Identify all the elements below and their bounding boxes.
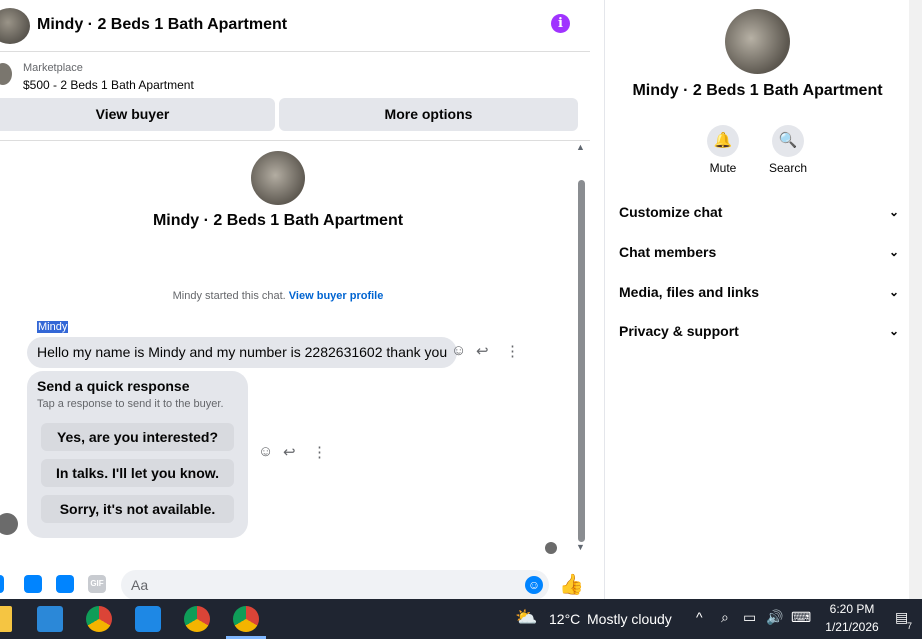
customize-chat-row[interactable]: Customize chat ⌄ [619, 200, 899, 224]
mute-label: Mute [709, 161, 737, 175]
weather-cloud-icon[interactable]: ⛅ [515, 607, 537, 628]
media-files-links-row[interactable]: Media, files and links ⌄ [619, 280, 899, 304]
started-text: Mindy started this chat. [172, 290, 286, 302]
chevron-down-icon[interactable]: ⌄ [889, 280, 899, 304]
scrollbar-thumb[interactable] [578, 180, 585, 542]
page-scrollbar[interactable] [909, 0, 922, 599]
chat-started-notice: Mindy started this chat. View buyer prof… [0, 290, 556, 302]
chat-members-row[interactable]: Chat members ⌄ [619, 240, 899, 264]
keyboard-icon[interactable]: ⌨ [791, 609, 811, 626]
listing-title[interactable]: $500 - 2 Beds 1 Bath Apartment [23, 78, 194, 92]
chevron-down-icon[interactable]: ⌄ [889, 319, 899, 343]
taskbar: ⛅ 12°C Mostly cloudy ^ ⌕ ▭ 🔊 ⌨ 6:20 PM 1… [0, 599, 922, 639]
photo-icon[interactable] [24, 575, 42, 593]
quick-response-subtitle: Tap a response to send it to the buyer. [37, 398, 224, 410]
search-action[interactable]: 🔍 Search [758, 125, 818, 175]
scroll-down-icon[interactable]: ▼ [576, 542, 585, 552]
quick-response-option[interactable]: In talks. I'll let you know. [41, 459, 234, 487]
row-label: Media, files and links [619, 284, 760, 300]
quick-response-option[interactable]: Yes, are you interested? [41, 423, 234, 451]
firefox-icon[interactable] [135, 606, 161, 632]
chevron-down-icon[interactable]: ⌄ [889, 200, 899, 224]
meet-now-icon[interactable]: ⌕ [721, 609, 729, 626]
header-avatar[interactable] [0, 8, 30, 44]
volume-icon[interactable]: 🔊 [766, 609, 783, 626]
info-icon[interactable]: i [551, 14, 570, 33]
message-bubble[interactable]: Hello my name is Mindy and my number is … [27, 337, 458, 368]
conversation-name: Mindy · 2 Beds 1 Bath Apartment [152, 212, 404, 229]
chrome-icon[interactable] [233, 606, 259, 632]
row-label: Privacy & support [619, 323, 739, 339]
privacy-support-row[interactable]: Privacy & support ⌄ [619, 319, 899, 343]
chat-pane: Mindy · 2 Beds 1 Bath Apartment i Market… [0, 0, 590, 599]
mute-action[interactable]: 🔔 Mute [693, 125, 753, 175]
chat-header: Mindy · 2 Beds 1 Bath Apartment i [0, 0, 590, 52]
sticker-icon[interactable] [56, 575, 74, 593]
quick-response-option[interactable]: Sorry, it's not available. [41, 495, 234, 523]
details-avatar[interactable] [725, 9, 790, 74]
react-emoji-icon[interactable]: ☺ [451, 342, 466, 359]
scroll-up-icon[interactable]: ▲ [576, 142, 585, 152]
more-actions-icon[interactable]: ⋮ [505, 342, 520, 360]
quick-response-card: Send a quick response Tap a response to … [27, 371, 248, 538]
row-label: Chat members [619, 244, 717, 260]
chrome-icon[interactable] [86, 606, 112, 632]
network-icon[interactable]: ▭ [743, 609, 756, 626]
search-icon[interactable]: 🔍 [772, 125, 804, 157]
search-label: Search [768, 161, 808, 175]
chrome-icon[interactable] [184, 606, 210, 632]
chat-details-pane: Mindy · 2 Beds 1 Bath Apartment 🔔 Mute 🔍… [604, 0, 909, 599]
reply-icon[interactable]: ↩ [283, 443, 296, 461]
view-buyer-button[interactable]: View buyer [0, 98, 275, 131]
message-sender: Mindy [37, 321, 69, 333]
marketplace-listing: Marketplace $500 - 2 Beds 1 Bath Apartme… [0, 53, 590, 141]
listing-thumbnail[interactable] [0, 63, 12, 85]
voice-clip-icon[interactable] [0, 575, 4, 593]
clock-time[interactable]: 6:20 PM [818, 602, 886, 616]
view-buyer-profile-link[interactable]: View buyer profile [289, 290, 384, 302]
details-name: Mindy · 2 Beds 1 Bath Apartment [632, 82, 883, 99]
conversation-area: Mindy · 2 Beds 1 Bath Apartment Mindy st… [0, 142, 575, 562]
bell-icon[interactable]: 🔔 [707, 125, 739, 157]
chat-title[interactable]: Mindy · 2 Beds 1 Bath Apartment [37, 16, 287, 34]
gif-icon[interactable]: GIF [88, 575, 106, 593]
conversation-avatar [251, 151, 305, 205]
weather-condition[interactable]: Mostly cloudy [587, 611, 672, 627]
emoji-icon[interactable]: ☺ [525, 576, 543, 594]
reply-icon[interactable]: ↩ [476, 342, 489, 360]
quick-response-title: Send a quick response [37, 378, 190, 394]
listing-source-label: Marketplace [23, 62, 83, 74]
mail-icon[interactable] [37, 606, 63, 632]
more-actions-icon[interactable]: ⋮ [312, 443, 327, 461]
weather-temperature[interactable]: 12°C [549, 611, 580, 627]
sender-avatar[interactable] [0, 513, 18, 535]
chevron-down-icon[interactable]: ⌄ [889, 240, 899, 264]
like-icon[interactable]: 👍 [559, 572, 584, 597]
chevron-up-icon[interactable]: ^ [696, 609, 703, 625]
react-emoji-icon[interactable]: ☺ [258, 443, 273, 460]
clock-date[interactable]: 1/21/2026 [818, 620, 886, 634]
notification-count: 7 [907, 621, 913, 631]
row-label: Customize chat [619, 204, 723, 220]
seen-avatar [545, 542, 557, 554]
message-composer: GIF ☺ 👍 [0, 565, 590, 599]
file-explorer-icon[interactable] [0, 606, 12, 632]
more-options-button[interactable]: More options [279, 98, 578, 131]
message-input[interactable] [121, 570, 549, 599]
